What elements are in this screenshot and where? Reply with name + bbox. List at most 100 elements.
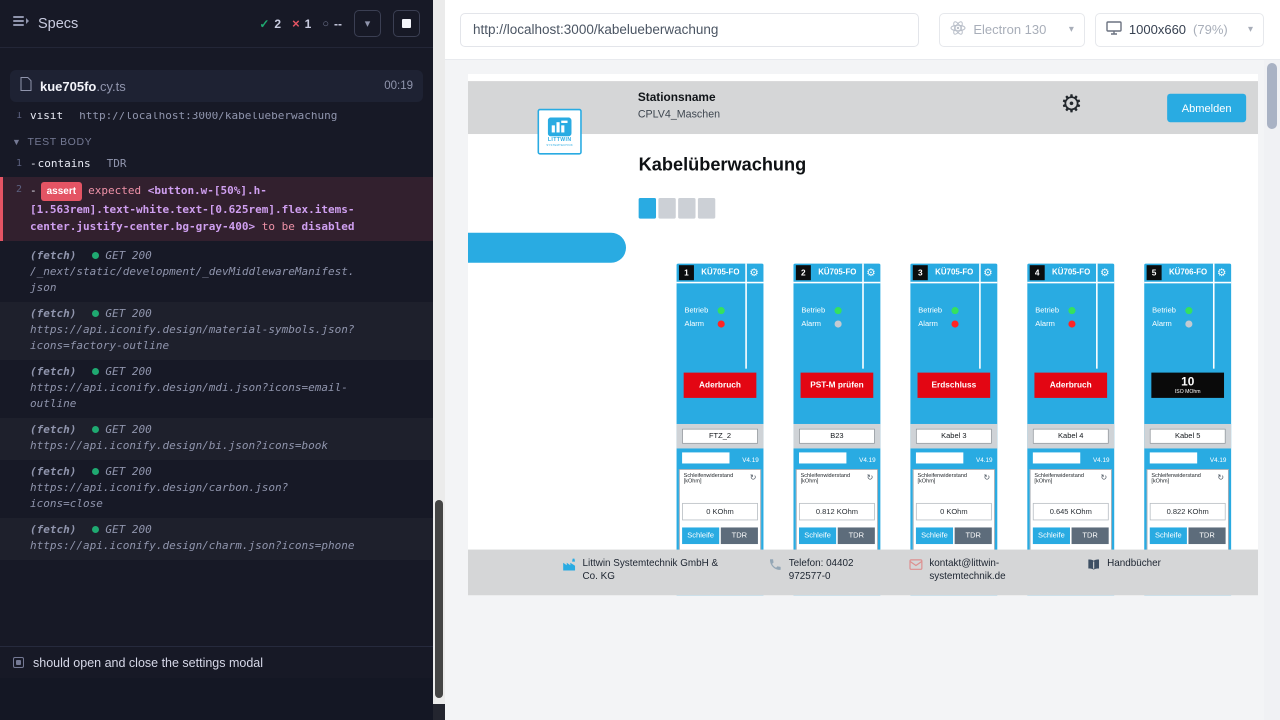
specs-label[interactable]: Specs <box>38 16 78 32</box>
sidebar-item[interactable] <box>468 321 626 351</box>
command-row-assert-failed[interactable]: 2 -assertexpected <button.w-[50%].h-[1.5… <box>0 177 433 241</box>
footer-item[interactable]: kontakt@littwin-systemtechnik.de <box>908 557 1086 596</box>
scrollbar-corner <box>433 704 445 720</box>
logo-subtext: SYSTEMTECHNIK <box>546 143 573 146</box>
tdr-button[interactable]: TDR <box>837 527 874 544</box>
test-body-section[interactable]: ▼ TEST BODY <box>0 126 433 154</box>
test-stats: ✓2 ×1 ○-- <box>259 16 342 31</box>
collapse-button[interactable]: ▾ <box>354 10 381 37</box>
tdr-button[interactable]: TDR <box>1188 527 1225 544</box>
cable-name[interactable]: Kabel 5 <box>1149 429 1225 444</box>
browser-select[interactable]: Electron 130 ▾ <box>939 13 1085 47</box>
status-sub: ISO MOhm <box>1174 390 1200 396</box>
request-status: GET 200 <box>105 523 151 536</box>
card-number: 4 <box>1029 265 1044 280</box>
specs-icon[interactable] <box>13 14 29 33</box>
browser-name: Electron 130 <box>973 22 1046 37</box>
logout-button[interactable]: Abmelden <box>1167 94 1246 122</box>
measurement-value: 0 KOhm <box>682 503 758 520</box>
status-text: 10 <box>1181 375 1194 389</box>
cable-strip: B23 <box>793 424 880 448</box>
schleife-button[interactable]: Schleife <box>1032 527 1069 544</box>
command-row-contains[interactable]: 1 -containsTDR <box>0 154 433 174</box>
assert-expected: disabled <box>302 220 355 233</box>
betrieb-row: Betrieb <box>918 304 997 317</box>
status-badge: PST-M prüfen <box>800 373 873 398</box>
network-log-row[interactable]: (fetch)GET 200 https://api.iconify.desig… <box>0 460 433 518</box>
page-scrollbar[interactable] <box>1264 60 1280 720</box>
alarm-led <box>834 320 841 327</box>
tdr-button[interactable]: TDR <box>954 527 991 544</box>
network-log-row[interactable]: (fetch)GET 200 https://api.iconify.desig… <box>0 360 433 418</box>
betrieb-row: Betrieb <box>1152 304 1231 317</box>
refresh-icon[interactable]: ↻ <box>1100 475 1107 483</box>
network-log-row[interactable]: (fetch)GET 200 https://api.iconify.desig… <box>0 418 433 460</box>
tdr-button[interactable]: TDR <box>1071 527 1108 544</box>
network-log-row[interactable]: (fetch)GET 200 https://api.iconify.desig… <box>0 518 433 560</box>
schleife-button[interactable]: Schleife <box>682 527 719 544</box>
url-input[interactable] <box>460 13 919 47</box>
firmware-version: V4.19 <box>1092 456 1109 463</box>
command-row-visit[interactable]: 1 visithttp://localhost:3000/kabelueberw… <box>0 112 433 126</box>
littwin-logo: LITTWIN SYSTEMTECHNIK <box>537 109 581 155</box>
test-state-icon <box>13 657 24 668</box>
stat-pending: ○-- <box>322 17 342 31</box>
card-gear-icon[interactable]: ⚙ <box>746 266 760 279</box>
schleife-button[interactable]: Schleife <box>1149 527 1186 544</box>
blank-field <box>799 452 846 463</box>
reporter-scrollbar-thumb[interactable] <box>435 500 443 698</box>
card-divider <box>1212 264 1214 369</box>
betrieb-row: Betrieb <box>1035 304 1114 317</box>
refresh-icon[interactable]: ↻ <box>866 475 873 483</box>
stat-failed: ×1 <box>292 16 311 31</box>
reporter-scrollbar[interactable] <box>433 0 445 720</box>
firmware-version: V4.19 <box>976 456 993 463</box>
footer-item[interactable]: Handbücher <box>1086 557 1160 596</box>
measurement-value: 0 KOhm <box>915 503 991 520</box>
fetch-label: (fetch) <box>30 423 76 436</box>
sidebar-item[interactable] <box>468 233 626 263</box>
card-gear-icon[interactable]: ⚙ <box>863 266 877 279</box>
schleife-button[interactable]: Schleife <box>799 527 836 544</box>
alarm-row: Alarm <box>918 317 997 330</box>
status-dot <box>92 426 99 433</box>
request-url: https://api.iconify.design/bi.json?icons… <box>30 438 360 454</box>
viewport-select[interactable]: 1000x660 (79%) ▾ <box>1095 13 1264 47</box>
cable-name[interactable]: B23 <box>799 429 875 444</box>
rack-tab[interactable] <box>678 198 695 219</box>
viewport-icon <box>1106 21 1122 38</box>
cable-name[interactable]: FTZ_2 <box>682 429 758 444</box>
stop-button[interactable] <box>393 10 420 37</box>
cross-icon: × <box>292 16 300 31</box>
refresh-icon[interactable]: ↻ <box>749 475 756 483</box>
status-dot <box>92 310 99 317</box>
cable-name[interactable]: Kabel 3 <box>915 429 991 444</box>
sidebar-item[interactable] <box>468 277 626 307</box>
sidebar-item[interactable] <box>468 189 626 219</box>
request-url: https://api.iconify.design/material-symb… <box>30 322 360 354</box>
refresh-icon[interactable]: ↻ <box>1217 475 1224 483</box>
status-badge: 10 ISO MOhm <box>1151 373 1224 398</box>
settings-gear-icon[interactable]: ⚙ <box>1060 91 1082 115</box>
spec-file-bar[interactable]: kue705fo.cy.ts 00:19 <box>10 70 423 102</box>
rack-tab[interactable] <box>697 198 714 219</box>
schleife-button[interactable]: Schleife <box>915 527 952 544</box>
card-header: 3 KÜ705-FO ⚙ <box>910 264 997 284</box>
rack-tab[interactable] <box>658 198 675 219</box>
network-log-row[interactable]: (fetch)GET 200 /_next/static/development… <box>0 244 433 302</box>
footer-item[interactable]: Littwin Systemtechnik GmbH & Co. KG <box>562 557 768 596</box>
device-card: 5 KÜ706-FO ⚙ Betrieb Alarm 10 ISO MOhm K… <box>1144 264 1231 596</box>
card-gear-icon[interactable]: ⚙ <box>980 266 994 279</box>
cable-name[interactable]: Kabel 4 <box>1032 429 1108 444</box>
card-gear-icon[interactable]: ⚙ <box>1214 266 1228 279</box>
card-gear-icon[interactable]: ⚙ <box>1097 266 1111 279</box>
next-test-row[interactable]: should open and close the settings modal <box>0 646 433 678</box>
tdr-button[interactable]: TDR <box>720 527 757 544</box>
page-scrollbar-thumb[interactable] <box>1267 63 1277 129</box>
status-text: PST-M prüfen <box>810 380 863 390</box>
refresh-icon[interactable]: ↻ <box>983 475 990 483</box>
rack-tab[interactable] <box>638 198 655 219</box>
footer-item[interactable]: Telefon: 04402 972577-0 <box>768 557 909 596</box>
network-log-row[interactable]: (fetch)GET 200 https://api.iconify.desig… <box>0 302 433 360</box>
mail-icon <box>908 557 922 571</box>
